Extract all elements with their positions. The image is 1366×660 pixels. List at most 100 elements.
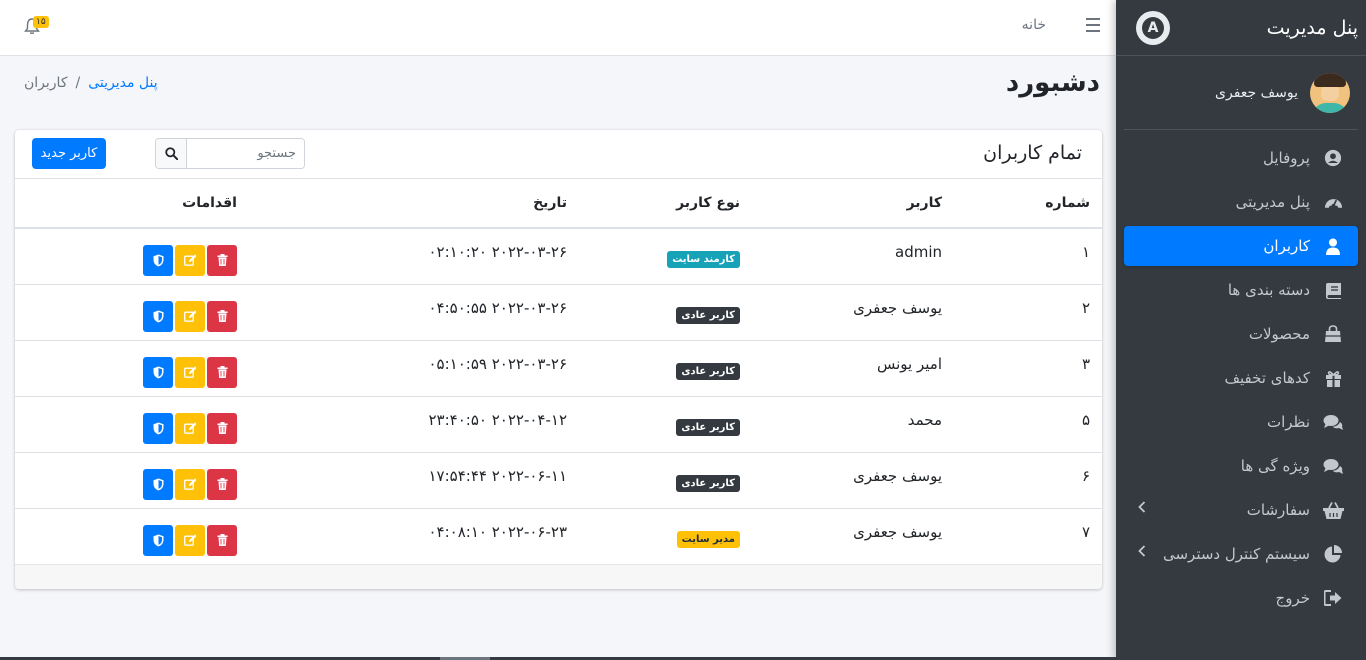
edit-button[interactable] bbox=[175, 468, 205, 500]
sidebar-item-access-control[interactable]: سیستم کنترل دسترسی bbox=[1124, 534, 1358, 574]
shopping-bag-icon bbox=[1322, 325, 1344, 343]
sidebar-item-label: کاربران bbox=[1263, 237, 1310, 255]
table-row: ۱ admin کارمند سایت ۲۰۲۲-۰۳-۲۶ ۰۲:۱۰:۲۰ bbox=[15, 227, 1102, 284]
row-user-name: امیر یونس bbox=[877, 355, 942, 373]
cell-number: ۳ bbox=[954, 339, 1102, 396]
delete-button[interactable] bbox=[207, 244, 237, 276]
sidebar-item-profile[interactable]: پروفایل bbox=[1124, 138, 1358, 178]
delete-button[interactable] bbox=[207, 300, 237, 332]
cell-date: ۲۰۲۲-۰۳-۲۶ ۰۴:۵۰:۵۵ bbox=[249, 283, 579, 340]
sidebar-item-features[interactable]: ویژه گی ها bbox=[1124, 446, 1358, 486]
search-icon bbox=[164, 147, 178, 160]
book-icon bbox=[1322, 282, 1344, 299]
search-group bbox=[155, 138, 305, 169]
gift-icon bbox=[1322, 370, 1344, 387]
sidebar-item-admin-panel[interactable]: پنل مدیریتی bbox=[1124, 182, 1358, 222]
delete-button[interactable] bbox=[207, 524, 237, 556]
row-number: ۵ bbox=[1081, 411, 1090, 429]
card-footer bbox=[15, 564, 1102, 589]
sidebar-item-orders[interactable]: سفارشات bbox=[1124, 490, 1358, 530]
table-row: ۷ یوسف جعفری مدیر سایت ۲۰۲۲-۰۶-۲۳ ۰۴:۰۸:۱۰ bbox=[15, 507, 1102, 564]
permissions-button[interactable] bbox=[143, 524, 173, 556]
row-number: ۳ bbox=[1081, 355, 1090, 373]
permissions-button[interactable] bbox=[143, 244, 173, 276]
search-button[interactable] bbox=[156, 139, 187, 168]
home-link[interactable]: خانه bbox=[1022, 17, 1046, 33]
card-header: تمام کاربران کاربر جدید bbox=[15, 130, 1102, 179]
cell-actions bbox=[15, 507, 249, 564]
row-user-name: admin bbox=[895, 243, 942, 262]
sidebar-item-label: سیستم کنترل دسترسی bbox=[1162, 545, 1310, 563]
cell-actions bbox=[15, 227, 249, 284]
row-number: ۶ bbox=[1081, 467, 1090, 485]
row-date: ۲۰۲۲-۰۶-۱۱ ۱۷:۵۴:۴۴ bbox=[428, 467, 567, 485]
permissions-button[interactable] bbox=[143, 300, 173, 332]
cell-number: ۶ bbox=[954, 451, 1102, 508]
cell-user: یوسف جعفری bbox=[752, 507, 954, 564]
sidebar-item-products[interactable]: محصولات bbox=[1124, 314, 1358, 354]
shield-icon bbox=[153, 366, 164, 379]
table-row: ۲ یوسف جعفری کاربر عادی ۲۰۲۲-۰۳-۲۶ ۰۴:۵۰:۵۵ bbox=[15, 283, 1102, 340]
edit-button[interactable] bbox=[175, 524, 205, 556]
row-number: ۱ bbox=[1081, 243, 1090, 262]
edit-button[interactable] bbox=[175, 300, 205, 332]
sidebar-item-label: ویژه گی ها bbox=[1240, 457, 1310, 475]
column-header-user: کاربر bbox=[752, 179, 954, 229]
user-panel[interactable]: یوسف جعفری bbox=[1124, 56, 1358, 130]
row-date: ۲۰۲۲-۰۳-۲۶ ۰۵:۱۰:۵۹ bbox=[428, 355, 567, 373]
delete-button[interactable] bbox=[207, 356, 237, 388]
permissions-button[interactable] bbox=[143, 468, 173, 500]
edit-icon bbox=[183, 534, 197, 547]
user-type-badge: مدیر سایت bbox=[676, 531, 740, 549]
sidebar-item-users[interactable]: کاربران bbox=[1124, 226, 1358, 266]
user-type-badge: کاربر عادی bbox=[676, 363, 740, 380]
permissions-button[interactable] bbox=[143, 412, 173, 444]
edit-icon bbox=[183, 366, 197, 378]
cell-date: ۲۰۲۲-۰۶-۲۳ ۰۴:۰۸:۱۰ bbox=[249, 507, 579, 564]
edit-icon bbox=[183, 422, 197, 434]
hamburger-menu-icon[interactable] bbox=[1086, 18, 1100, 32]
chevron-left-icon bbox=[1138, 545, 1146, 561]
shield-icon bbox=[153, 422, 164, 435]
breadcrumb-link-admin-panel[interactable]: پنل مدیریتی bbox=[88, 75, 157, 91]
row-user-name: یوسف جعفری bbox=[853, 467, 942, 485]
permissions-button[interactable] bbox=[143, 356, 173, 388]
cell-user-type: کارمند سایت bbox=[579, 227, 752, 284]
sidebar-item-label: محصولات bbox=[1248, 325, 1310, 343]
search-input[interactable] bbox=[187, 139, 304, 168]
cell-user-type: کاربر عادی bbox=[579, 339, 752, 396]
new-user-button[interactable]: کاربر جدید bbox=[32, 138, 106, 169]
column-header-actions: اقدامات bbox=[15, 179, 249, 229]
chevron-left-icon bbox=[1138, 501, 1146, 517]
trash-icon bbox=[217, 534, 228, 547]
cell-number: ۵ bbox=[954, 395, 1102, 452]
delete-button[interactable] bbox=[207, 412, 237, 444]
cell-date: ۲۰۲۲-۰۴-۱۲ ۲۳:۴۰:۵۰ bbox=[249, 395, 579, 452]
row-date: ۲۰۲۲-۰۳-۲۶ ۰۲:۱۰:۲۰ bbox=[428, 243, 567, 262]
sidebar-item-comments[interactable]: نظرات bbox=[1124, 402, 1358, 442]
cell-actions bbox=[15, 283, 249, 340]
brand[interactable]: پنل مدیریت A bbox=[1116, 0, 1366, 56]
breadcrumb: پنل مدیریتی / کاربران bbox=[24, 75, 158, 91]
sidebar-item-label: خروج bbox=[1275, 589, 1310, 607]
delete-button[interactable] bbox=[207, 468, 237, 500]
notification-count-badge: ۱۵ bbox=[33, 16, 49, 28]
edit-button[interactable] bbox=[175, 412, 205, 444]
user-type-badge: کارمند سایت bbox=[667, 251, 740, 269]
cell-number: ۲ bbox=[954, 283, 1102, 340]
table-row: ۵ محمد کاربر عادی ۲۰۲۲-۰۴-۱۲ ۲۳:۴۰:۵۰ bbox=[15, 395, 1102, 452]
cell-user: محمد bbox=[752, 395, 954, 452]
comments-icon bbox=[1322, 414, 1344, 431]
cell-user: یوسف جعفری bbox=[752, 451, 954, 508]
cell-number: ۱ bbox=[954, 227, 1102, 284]
cell-user-type: کاربر عادی bbox=[579, 283, 752, 340]
column-header-date: تاریخ bbox=[249, 179, 579, 229]
breadcrumb-current: کاربران bbox=[24, 75, 68, 91]
edit-button[interactable] bbox=[175, 356, 205, 388]
sidebar-item-categories[interactable]: دسته بندی ها bbox=[1124, 270, 1358, 310]
table-row: ۳ امیر یونس کاربر عادی ۲۰۲۲-۰۳-۲۶ ۰۵:۱۰:۵۹ bbox=[15, 339, 1102, 396]
sidebar-item-logout[interactable]: خروج bbox=[1124, 578, 1358, 618]
edit-button[interactable] bbox=[175, 244, 205, 276]
cell-number: ۷ bbox=[954, 507, 1102, 564]
sidebar-item-discount-codes[interactable]: کدهای تخفیف bbox=[1124, 358, 1358, 398]
